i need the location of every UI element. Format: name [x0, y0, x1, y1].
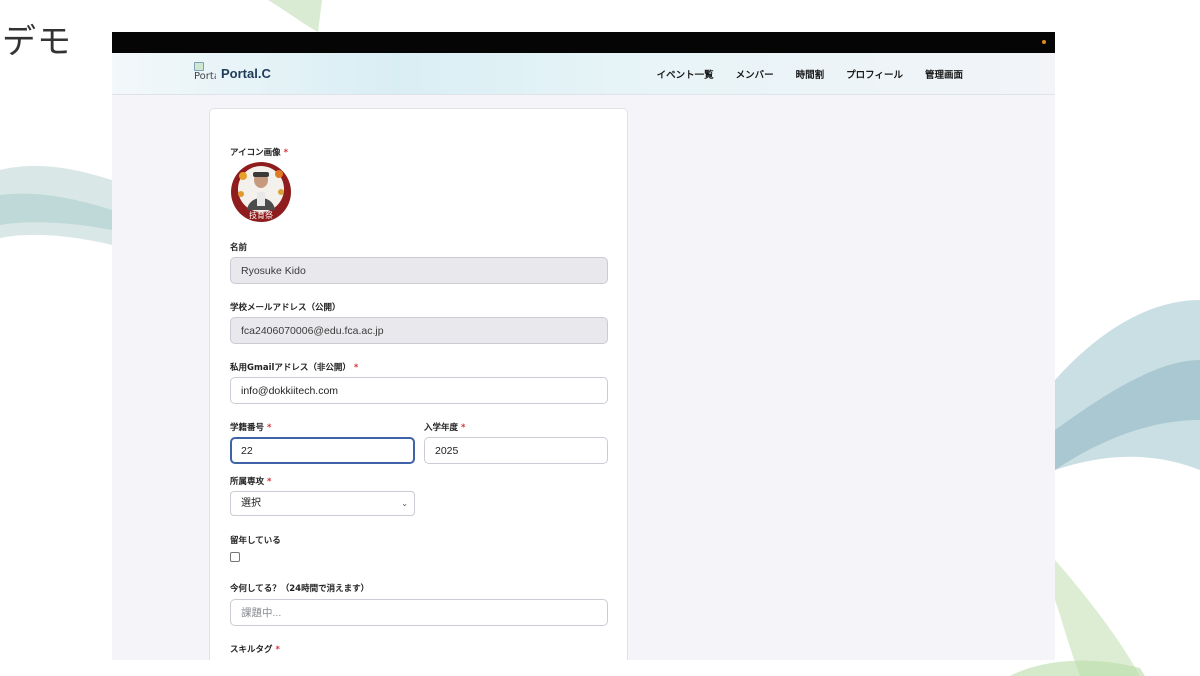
- student-number-field[interactable]: [230, 437, 415, 464]
- private-email-field[interactable]: [230, 377, 608, 404]
- major-select[interactable]: 選択 ⌄: [230, 491, 415, 516]
- status-dot-icon: [1042, 40, 1046, 44]
- entry-year-field[interactable]: [424, 437, 608, 464]
- entry-year-label: 入学年度 *: [424, 423, 466, 433]
- browser-window: Portal Portal.C イベント一覧 メンバー 時間割 プロフィール 管…: [112, 32, 1055, 660]
- major-label: 所属専攻 *: [230, 477, 272, 487]
- school-email-field[interactable]: [230, 317, 608, 344]
- brand[interactable]: Portal Portal.C: [194, 62, 271, 84]
- major-select-value: 選択: [241, 498, 261, 509]
- status-input[interactable]: [230, 599, 608, 626]
- nav-link-members[interactable]: メンバー: [736, 67, 774, 81]
- icon-image-label: アイコン画像 *: [230, 148, 289, 158]
- status-label: 今何してる？（24時間で消えます）: [230, 584, 370, 594]
- nav-links: イベント一覧 メンバー 時間割 プロフィール 管理画面: [657, 67, 963, 81]
- name-field[interactable]: [230, 257, 608, 284]
- chevron-down-icon: ⌄: [401, 499, 408, 508]
- avatar-image: 技育祭: [232, 163, 290, 221]
- student-number-label: 学籍番号 *: [230, 423, 272, 433]
- brand-logo-alt: Portal: [194, 71, 216, 82]
- avatar[interactable]: 技育祭: [231, 162, 291, 222]
- avatar-caption: 技育祭: [249, 210, 273, 220]
- nav-link-events[interactable]: イベント一覧: [657, 67, 714, 81]
- nav-link-timetable[interactable]: 時間割: [796, 67, 825, 81]
- slide-title: デモ: [2, 22, 72, 62]
- broken-image-icon: [194, 62, 204, 71]
- repeat-year-checkbox[interactable]: [230, 552, 240, 562]
- school-email-label: 学校メールアドレス（公開）: [230, 303, 341, 313]
- brand-name: Portal.C: [221, 65, 271, 81]
- nav-link-profile[interactable]: プロフィール: [846, 67, 903, 81]
- brand-logo-icon: Portal: [194, 62, 216, 84]
- skill-tag-label: スキルタグ *: [230, 645, 280, 655]
- nav-link-admin[interactable]: 管理画面: [925, 67, 963, 81]
- repeat-year-label: 留年している: [230, 536, 281, 546]
- private-email-label: 私用Gmailアドレス（非公開） *: [230, 363, 359, 373]
- window-topbar: [112, 32, 1055, 53]
- profile-form-card: アイコン画像* 技育祭 名前 学校メールアドレス（公開） 私用Gmailアドレス…: [209, 108, 628, 660]
- navbar: Portal Portal.C イベント一覧 メンバー 時間割 プロフィール 管…: [112, 53, 1055, 95]
- name-label: 名前: [230, 243, 248, 253]
